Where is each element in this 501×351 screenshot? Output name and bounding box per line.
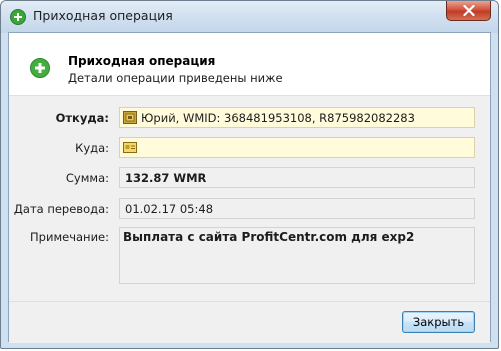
title-bar[interactable]: Приходная операция [1, 1, 498, 33]
window-close-button[interactable] [446, 1, 491, 21]
dialog-body: Приходная операция Детали операции приве… [8, 32, 491, 343]
from-value: Юрий, WMID: 368481953108, R875982082283 [141, 111, 415, 125]
from-label: Откуда: [55, 111, 109, 125]
window-title: Приходная операция [33, 8, 173, 23]
dialog-window: Приходная операция Приходная операция Де… [0, 0, 499, 349]
note-label: Примечание: [30, 230, 109, 244]
header-subtitle: Детали операции приведены ниже [68, 71, 283, 85]
header-title: Приходная операция [68, 54, 216, 68]
date-field[interactable]: 01.02.17 05:48 [119, 198, 475, 219]
to-label: Куда: [75, 141, 109, 155]
close-button[interactable]: Закрыть [402, 311, 475, 333]
amount-value: 132.87 WMR [125, 171, 207, 185]
add-circle-icon [30, 58, 50, 78]
dialog-footer: Закрыть [9, 301, 490, 343]
date-label: Дата перевода: [13, 202, 109, 216]
note-field[interactable]: Выплата с сайта ProfitCentr.com для exp2 [119, 227, 475, 284]
note-value: Выплата с сайта ProfitCentr.com для exp2 [123, 230, 415, 244]
add-circle-icon [10, 9, 26, 25]
close-icon [463, 5, 475, 16]
to-field[interactable] [119, 137, 475, 158]
amount-label: Сумма: [65, 171, 109, 185]
date-value: 01.02.17 05:48 [125, 202, 214, 216]
dialog-header: Приходная операция Детали операции приве… [9, 33, 490, 96]
purse-icon [123, 142, 137, 153]
wallet-icon [123, 111, 137, 124]
amount-field[interactable]: 132.87 WMR [119, 167, 475, 188]
from-field[interactable]: Юрий, WMID: 368481953108, R875982082283 [119, 107, 475, 128]
